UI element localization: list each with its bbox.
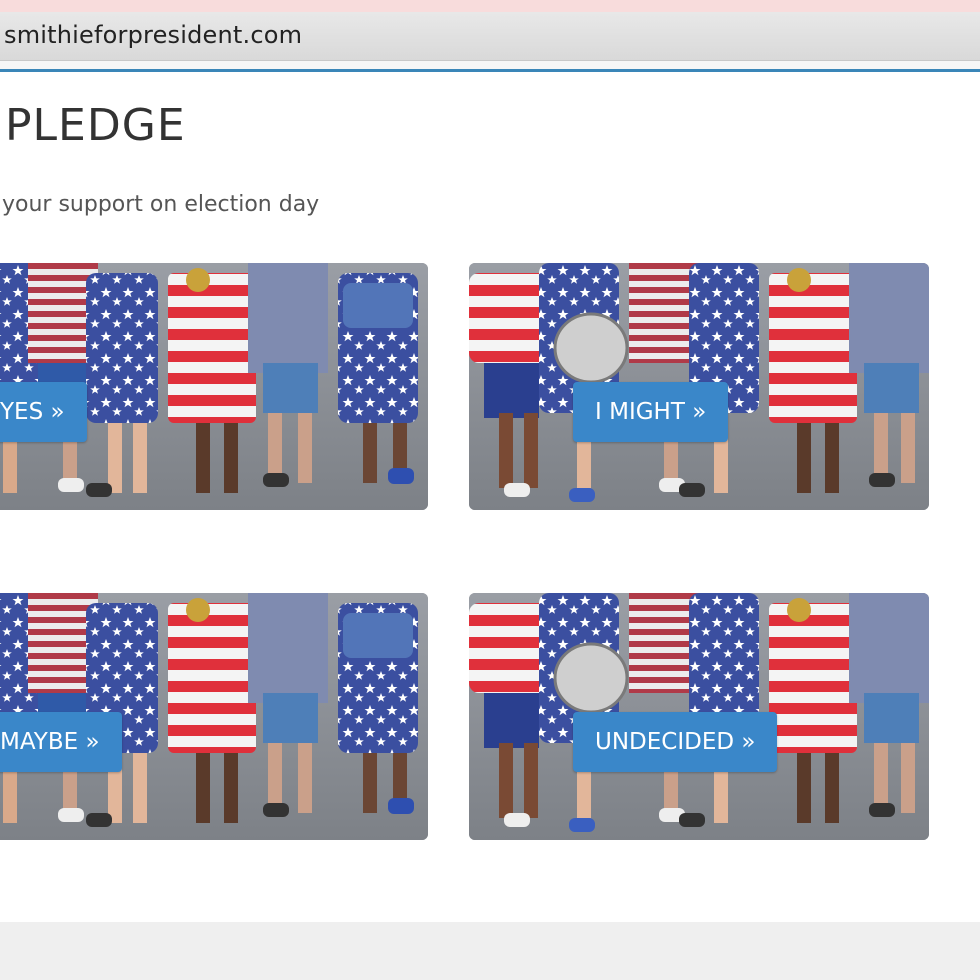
url-text[interactable]: smithieforpresident.com xyxy=(4,21,302,49)
page-content: PLEDGE your support on election day YES … xyxy=(0,72,980,922)
pledge-card-maybe[interactable]: MAYBE » xyxy=(0,593,428,840)
page-subtitle: your support on election day xyxy=(2,192,320,217)
pledge-card-undecided[interactable]: UNDECIDED » xyxy=(469,593,929,840)
pledge-card-yes[interactable]: YES » xyxy=(0,263,428,510)
toolbar-gap xyxy=(0,61,980,69)
yes-button[interactable]: YES » xyxy=(0,382,87,442)
page-footer xyxy=(0,922,980,980)
browser-top-strip xyxy=(0,0,980,12)
undecided-button[interactable]: UNDECIDED » xyxy=(573,712,778,772)
maybe-button[interactable]: MAYBE » xyxy=(0,712,122,772)
address-bar[interactable]: smithieforpresident.com xyxy=(0,12,980,61)
pledge-card-i-might[interactable]: I MIGHT » xyxy=(469,263,929,510)
page-title: PLEDGE xyxy=(5,100,186,151)
i-might-button[interactable]: I MIGHT » xyxy=(573,382,729,442)
